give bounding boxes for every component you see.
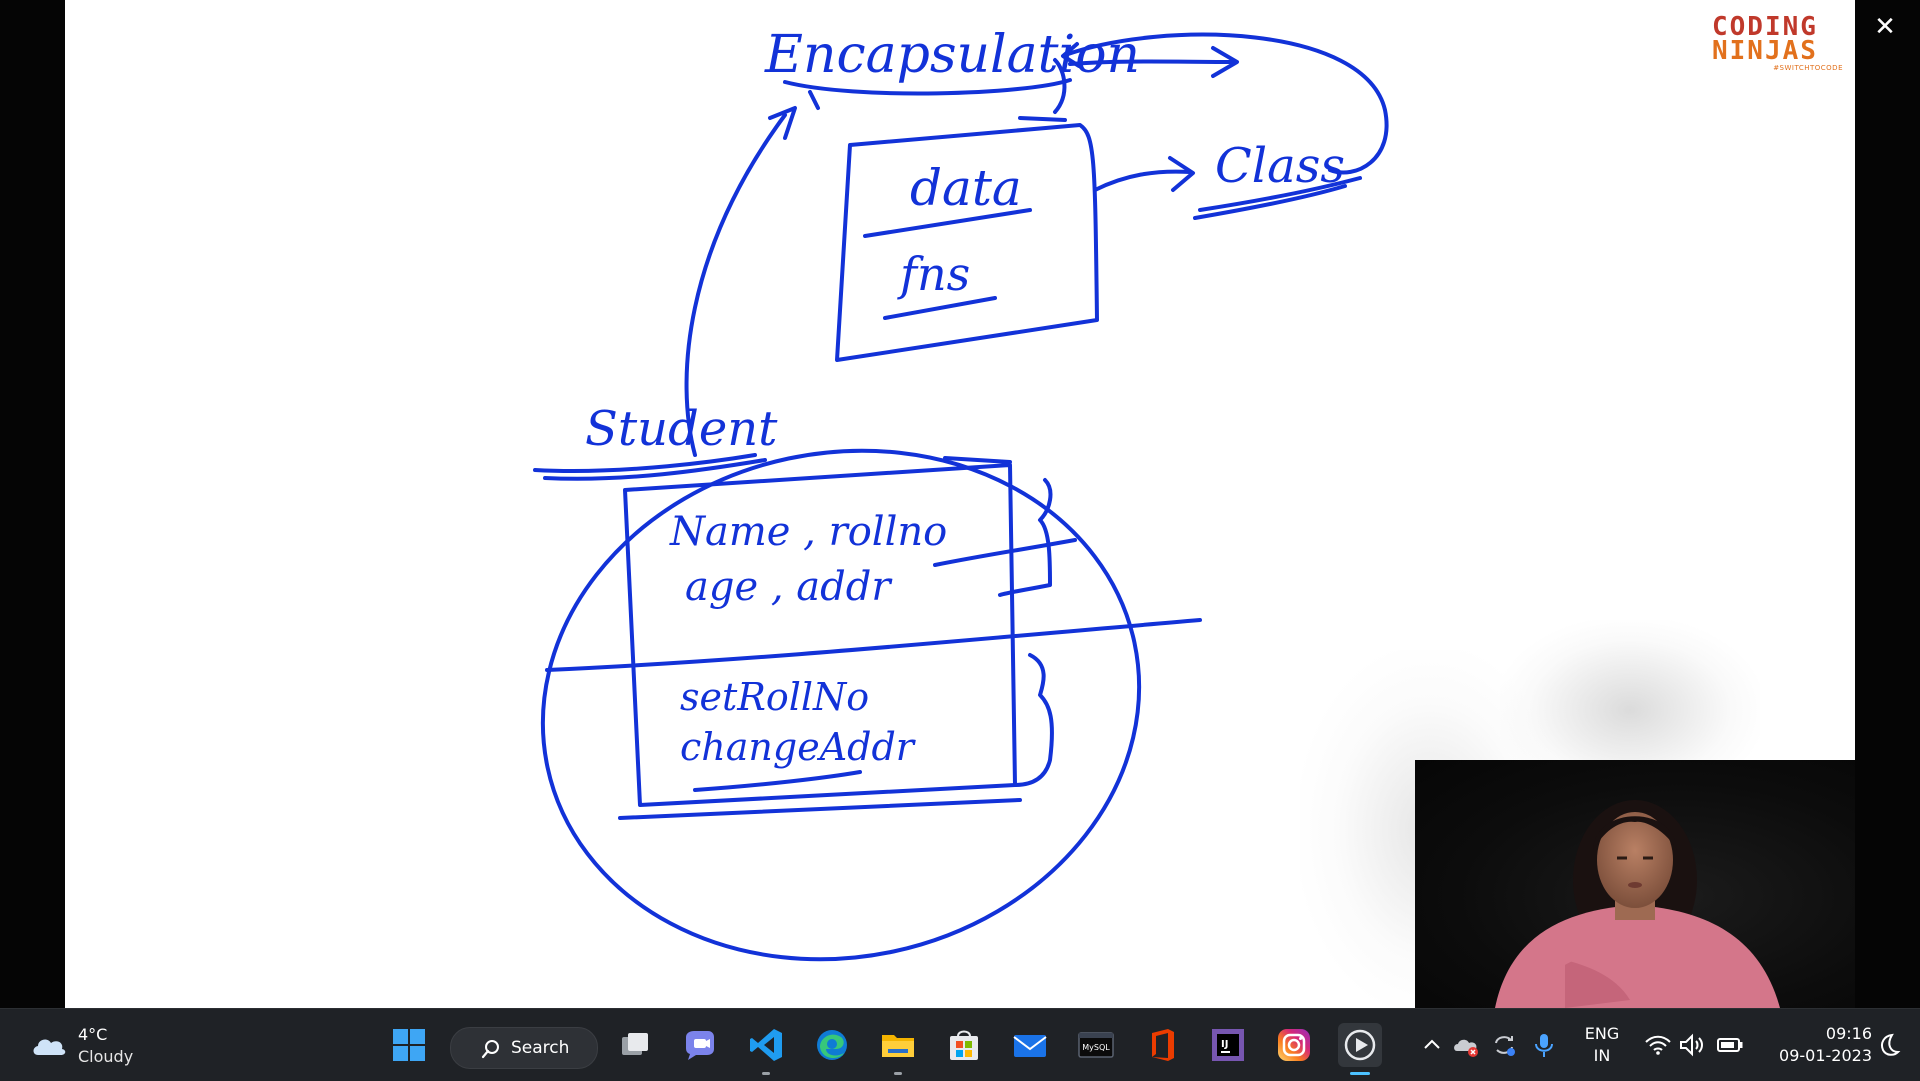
battery-tray-button[interactable] [1716, 1031, 1744, 1059]
mysql-button[interactable]: MySQL [1074, 1023, 1118, 1067]
label-student: Student [585, 401, 778, 457]
microphone-icon [1535, 1034, 1553, 1057]
mysql-label: MySQL [1082, 1043, 1110, 1052]
brace-functions [1013, 653, 1054, 787]
play-icon [1344, 1029, 1376, 1061]
teams-chat-button[interactable] [678, 1023, 722, 1067]
sync-tray-button[interactable] [1490, 1031, 1518, 1059]
mail-button[interactable] [1008, 1023, 1052, 1067]
label-set-rollno: setRollNo [680, 675, 869, 719]
edge-button[interactable] [810, 1023, 854, 1067]
windows-icon [393, 1029, 425, 1061]
label-encapsulation: Encapsulation [764, 25, 1140, 85]
label-fns: fns [897, 247, 970, 301]
folder-icon [882, 1035, 914, 1057]
edge-icon [817, 1030, 847, 1060]
mysql-icon: MySQL [1078, 1032, 1114, 1058]
cloud-icon [33, 1039, 66, 1055]
task-view-icon [622, 1033, 648, 1055]
chevron-up-icon [1424, 1039, 1440, 1049]
language-code: ENG [1584, 1024, 1620, 1043]
office-icon [1152, 1029, 1174, 1061]
weather-condition: Cloudy [78, 1047, 134, 1066]
vscode-running-indicator [762, 1072, 770, 1075]
wifi-icon [1645, 1035, 1671, 1055]
media-player-active-indicator [1350, 1072, 1370, 1075]
store-icon [950, 1030, 978, 1060]
intellij-icon: IJ [1212, 1029, 1244, 1061]
language-indicator[interactable]: ENG IN [1572, 1023, 1632, 1067]
close-button[interactable]: ✕ [1868, 10, 1902, 44]
taskbar: 4°C Cloudy Search MySQL IJ ENG IN 09:16 … [0, 1008, 1920, 1081]
intellij-button[interactable]: IJ [1206, 1023, 1250, 1067]
chat-icon [686, 1031, 714, 1060]
sync-icon [1495, 1036, 1515, 1056]
oval-divider [545, 618, 1202, 672]
moon-icon [1881, 1033, 1901, 1056]
close-icon: ✕ [1874, 12, 1896, 42]
taskbar-search[interactable]: Search [450, 1027, 598, 1069]
arrowhead-box-class [1168, 156, 1195, 192]
presenter-video [1495, 800, 1780, 1008]
logo-line-2: NINJAS [1712, 36, 1818, 66]
label-change-addr: changeAddr [680, 725, 917, 769]
volume-tray-button[interactable] [1678, 1031, 1706, 1059]
media-player-button[interactable] [1338, 1023, 1382, 1075]
instagram-icon [1278, 1029, 1310, 1061]
battery-icon [1717, 1038, 1743, 1052]
file-explorer-button[interactable] [876, 1023, 920, 1075]
task-view-button[interactable] [614, 1023, 658, 1067]
webcam-overlay [1415, 760, 1855, 1008]
microphone-tray-button[interactable] [1530, 1031, 1558, 1059]
clock-time: 09:16 [1825, 1024, 1872, 1043]
arrow-encap-right [1068, 59, 1237, 66]
vscode-button[interactable] [744, 1023, 788, 1075]
focus-assist-button[interactable] [1874, 1031, 1902, 1059]
onedrive-tray-button[interactable] [1452, 1031, 1480, 1059]
weather-temperature: 4°C [78, 1025, 108, 1044]
weather-widget[interactable]: 4°C Cloudy [26, 1023, 156, 1069]
region-code: IN [1593, 1046, 1611, 1065]
encapsulation-tick [808, 90, 820, 110]
brace-data [998, 478, 1053, 597]
data-box-top-mark [1018, 116, 1067, 122]
explorer-running-indicator [894, 1072, 902, 1075]
store-button[interactable] [942, 1023, 986, 1067]
pointer-line-addr [933, 538, 1077, 567]
instagram-button[interactable] [1272, 1023, 1316, 1067]
start-button[interactable] [387, 1023, 431, 1067]
vscode-icon [750, 1029, 782, 1061]
search-label: Search [511, 1038, 570, 1058]
volume-icon [1680, 1033, 1703, 1057]
underline-fns [883, 296, 997, 320]
logo-tagline: #SWITCHTOCODE [1773, 64, 1843, 72]
clock-date: 09-01-2023 [1779, 1046, 1872, 1065]
label-name-rollno: Name , rollno [669, 509, 947, 555]
show-hidden-icons-button[interactable] [1418, 1031, 1446, 1059]
office-button[interactable] [1140, 1023, 1184, 1067]
coding-ninjas-logo: CODING NINJAS #SWITCHTOCODE [1712, 12, 1847, 74]
label-age-addr: age , addr [685, 564, 893, 610]
wifi-tray-button[interactable] [1644, 1031, 1672, 1059]
search-icon [481, 1040, 499, 1059]
student-box-top-mark [943, 456, 1012, 464]
onedrive-error-icon [1454, 1039, 1478, 1057]
screen: Encapsulation data fns Class Student Nam… [0, 0, 1920, 1081]
underline-change-addr [693, 770, 862, 792]
mail-icon [1013, 1035, 1047, 1057]
intellij-label: IJ [1221, 1039, 1228, 1050]
label-data: data [910, 159, 1022, 217]
taskbar-clock[interactable]: 09:16 09-01-2023 [1752, 1023, 1872, 1067]
